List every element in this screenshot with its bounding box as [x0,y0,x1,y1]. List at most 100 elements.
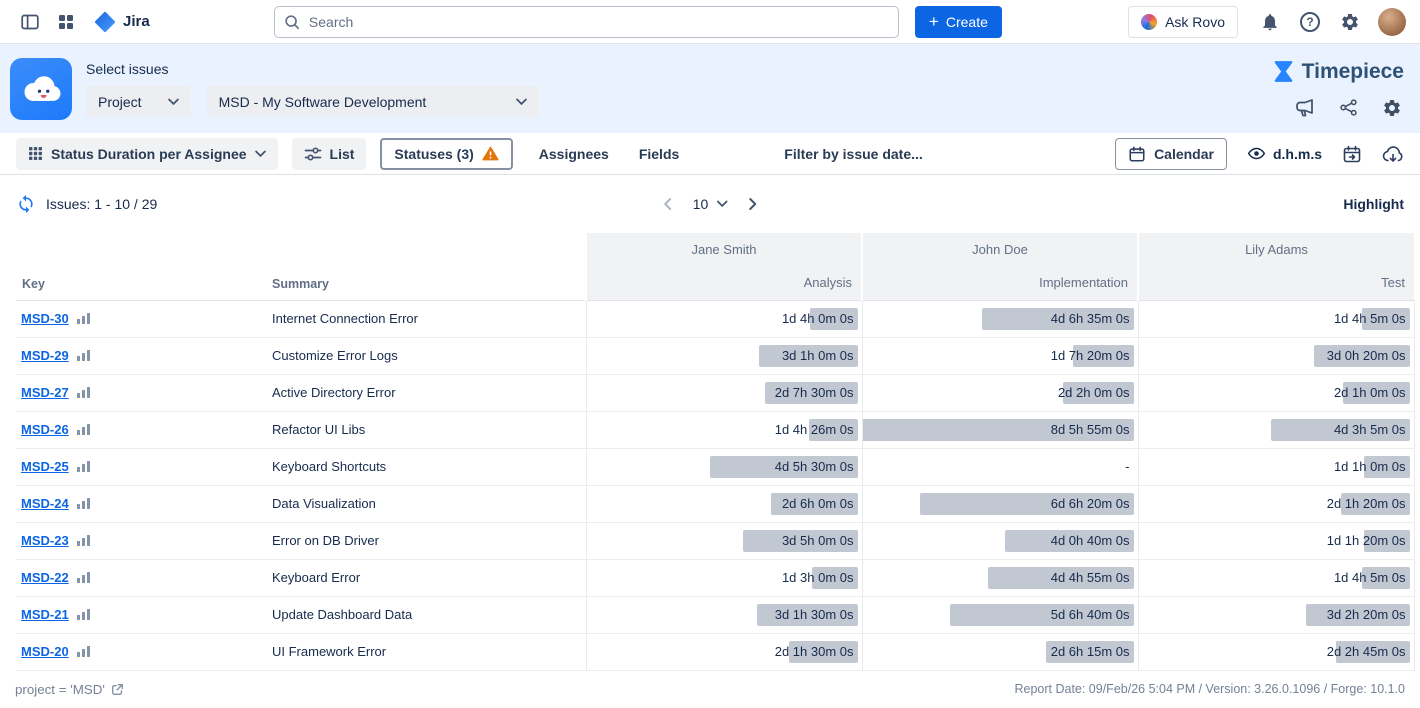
duration-value: 2d 6h 15m 0s [1051,644,1130,659]
warning-icon [482,146,499,161]
issue-chart-icon[interactable] [77,386,91,398]
highlight-button[interactable]: Highlight [1343,196,1404,212]
issue-key-link[interactable]: MSD-25 [21,459,69,474]
issues-count-label: Issues: 1 - 10 / 29 [46,196,157,212]
chevron-down-icon [255,150,266,158]
issue-chart-icon[interactable] [77,645,91,657]
share-icon [1339,98,1358,117]
table-row: MSD-20 UI Framework Error 2d 1h 30m 0s 2… [16,633,1414,670]
scope-type-dropdown[interactable]: Project [86,86,191,117]
avatar[interactable] [1378,8,1406,36]
feedback-button[interactable] [1294,97,1315,118]
calendar-icon [1128,145,1146,163]
duration-value: 1d 4h 0m 0s [782,311,854,326]
help-button[interactable]: ? [1294,6,1326,38]
issue-summary: Active Directory Error [270,374,586,411]
plus-icon: + [929,13,939,30]
app-switcher-button[interactable] [50,6,82,38]
next-page-button[interactable] [747,197,757,211]
app-switcher-icon [57,13,75,31]
issue-chart-icon[interactable] [77,349,91,361]
issue-chart-icon[interactable] [77,571,91,583]
header-spacer [16,233,586,266]
timepiece-logo: Timepiece [1271,59,1404,84]
issue-summary: Refactor UI Libs [270,411,586,448]
issue-key-link[interactable]: MSD-20 [21,644,69,659]
duration-value: 4d 3h 5m 0s [1334,422,1406,437]
scope-type-value: Project [98,94,142,110]
create-button-label: Create [946,14,988,30]
duration-format-button[interactable]: d.h.m.s [1247,144,1322,163]
issue-key-link[interactable]: MSD-26 [21,422,69,437]
duration-value: 4d 4h 55m 0s [1051,570,1130,585]
assignee-header: Jane Smith [586,233,862,266]
calendar-export-icon [1342,144,1362,164]
chevron-down-icon [716,200,727,208]
issue-chart-icon[interactable] [77,423,91,435]
report-info: Report Date: 09/Feb/26 5:04 PM / Version… [1014,682,1405,696]
issue-chart-icon[interactable] [77,497,91,509]
duration-value: 3d 1h 30m 0s [775,607,854,622]
create-button[interactable]: + Create [915,6,1002,38]
assignee-header: John Doe [862,233,1138,266]
issue-summary: Keyboard Shortcuts [270,448,586,485]
prev-page-button[interactable] [663,197,673,211]
duration-value: 1d 1h 20m 0s [1327,533,1406,548]
duration-value: 4d 0h 40m 0s [1051,533,1130,548]
duration-value: 3d 2h 20m 0s [1327,607,1406,622]
chevron-down-icon [516,98,527,106]
pagination: 10 [663,196,758,212]
app-settings-button[interactable] [1382,98,1402,118]
issue-key-link[interactable]: MSD-27 [21,385,69,400]
page-size-dropdown[interactable]: 10 [693,196,728,212]
report-type-dropdown[interactable]: Status Duration per Assignee [16,138,278,170]
duration-value: 5d 6h 40m 0s [1051,607,1130,622]
issue-chart-icon[interactable] [77,312,91,324]
share-button[interactable] [1339,98,1358,117]
date-filter-button[interactable]: Filter by issue date... [784,146,923,162]
fields-button[interactable]: Fields [639,146,679,162]
issue-key-link[interactable]: MSD-22 [21,570,69,585]
issue-key-link[interactable]: MSD-30 [21,311,69,326]
table-body: MSD-30 Internet Connection Error 1d 4h 0… [16,300,1414,670]
jira-logo[interactable]: Jira [94,11,150,33]
list-settings-icon [304,146,322,162]
issue-summary: Customize Error Logs [270,337,586,374]
issue-chart-icon[interactable] [77,460,91,472]
timepiece-app-icon [10,58,72,120]
issue-chart-icon[interactable] [77,534,91,546]
issue-key-link[interactable]: MSD-29 [21,348,69,363]
view-mode-label: List [330,146,355,162]
refresh-button[interactable] [16,194,36,214]
duration-value: 3d 5h 0m 0s [782,533,854,548]
duration-value: 2d 1h 30m 0s [775,644,854,659]
project-dropdown[interactable]: MSD - My Software Development [207,86,539,117]
duration-value: 1d 3h 0m 0s [782,570,854,585]
view-mode-button[interactable]: List [292,138,367,170]
calendar-export-button[interactable] [1342,144,1362,164]
duration-format-label: d.h.m.s [1273,146,1322,162]
assignees-button[interactable]: Assignees [539,146,609,162]
rovo-icon [1141,14,1157,30]
calendar-button[interactable]: Calendar [1115,138,1227,170]
issue-key-link[interactable]: MSD-23 [21,533,69,548]
jql-filter-link[interactable]: project = 'MSD' [15,682,124,697]
external-link-icon [111,683,124,696]
sidebar-toggle-icon [20,12,40,32]
sidebar-toggle-button[interactable] [14,6,46,38]
calendar-button-label: Calendar [1154,146,1214,162]
search-input[interactable] [274,6,899,38]
notifications-button[interactable] [1254,6,1286,38]
statuses-button[interactable]: Statuses (3) [380,138,512,170]
settings-button[interactable] [1334,6,1366,38]
issue-chart-icon[interactable] [77,608,91,620]
jira-logo-icon [94,11,116,33]
issue-key-link[interactable]: MSD-24 [21,496,69,511]
issue-key-link[interactable]: MSD-21 [21,607,69,622]
report-table: Jane Smith John Doe Lily Adams Key Summa… [0,233,1420,671]
table-row: MSD-24 Data Visualization 2d 6h 0m 0s 6d… [16,485,1414,522]
export-button[interactable] [1382,144,1404,164]
status-column-header: Implementation [862,266,1138,300]
ask-rovo-button[interactable]: Ask Rovo [1128,6,1238,38]
megaphone-icon [1294,97,1315,118]
